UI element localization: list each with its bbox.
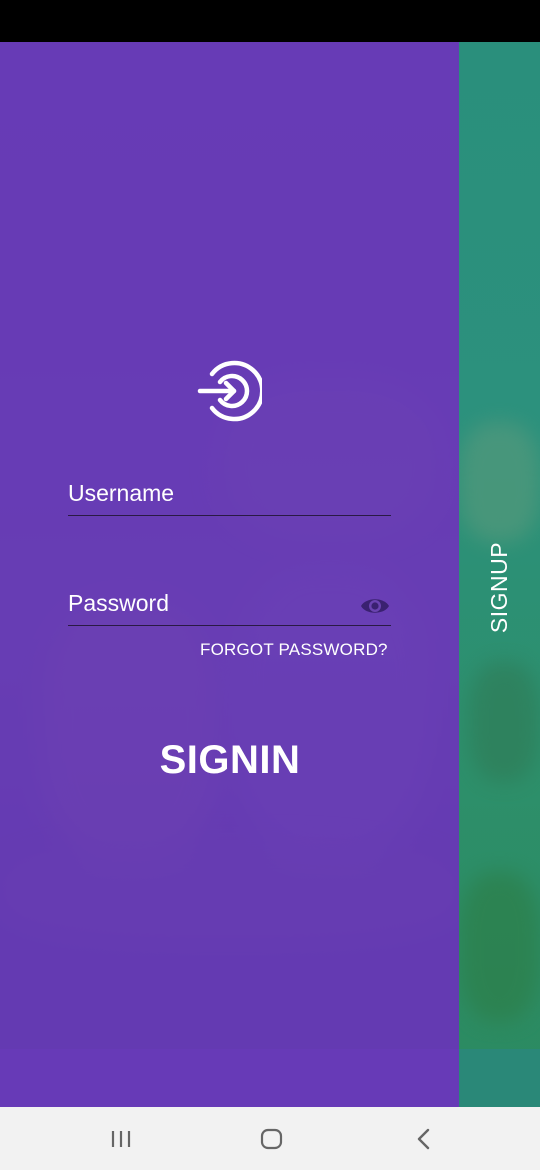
- system-navigation-bar: [0, 1107, 540, 1170]
- login-arrow-icon: [196, 358, 265, 424]
- signin-panel-footer: [0, 1049, 459, 1107]
- signup-panel-footer: [459, 1049, 540, 1107]
- signin-button[interactable]: SIGNIN: [130, 730, 330, 790]
- recent-apps-icon[interactable]: [102, 1127, 142, 1151]
- auth-screen: SIGNUP FORGOT PASSWORD? SIGNIN: [0, 42, 540, 1107]
- password-input[interactable]: [68, 590, 348, 617]
- password-field-container: [68, 590, 391, 626]
- signin-panel: [0, 42, 459, 1107]
- username-field-container: [68, 480, 391, 516]
- signup-label: SIGNUP: [486, 541, 512, 633]
- forgot-password-link[interactable]: FORGOT PASSWORD?: [200, 640, 400, 660]
- eye-icon[interactable]: [360, 594, 390, 618]
- signup-tab[interactable]: SIGNUP: [459, 462, 540, 712]
- username-input[interactable]: [68, 480, 391, 507]
- home-icon[interactable]: [252, 1127, 292, 1151]
- status-bar: [0, 0, 540, 42]
- back-icon[interactable]: [404, 1127, 444, 1151]
